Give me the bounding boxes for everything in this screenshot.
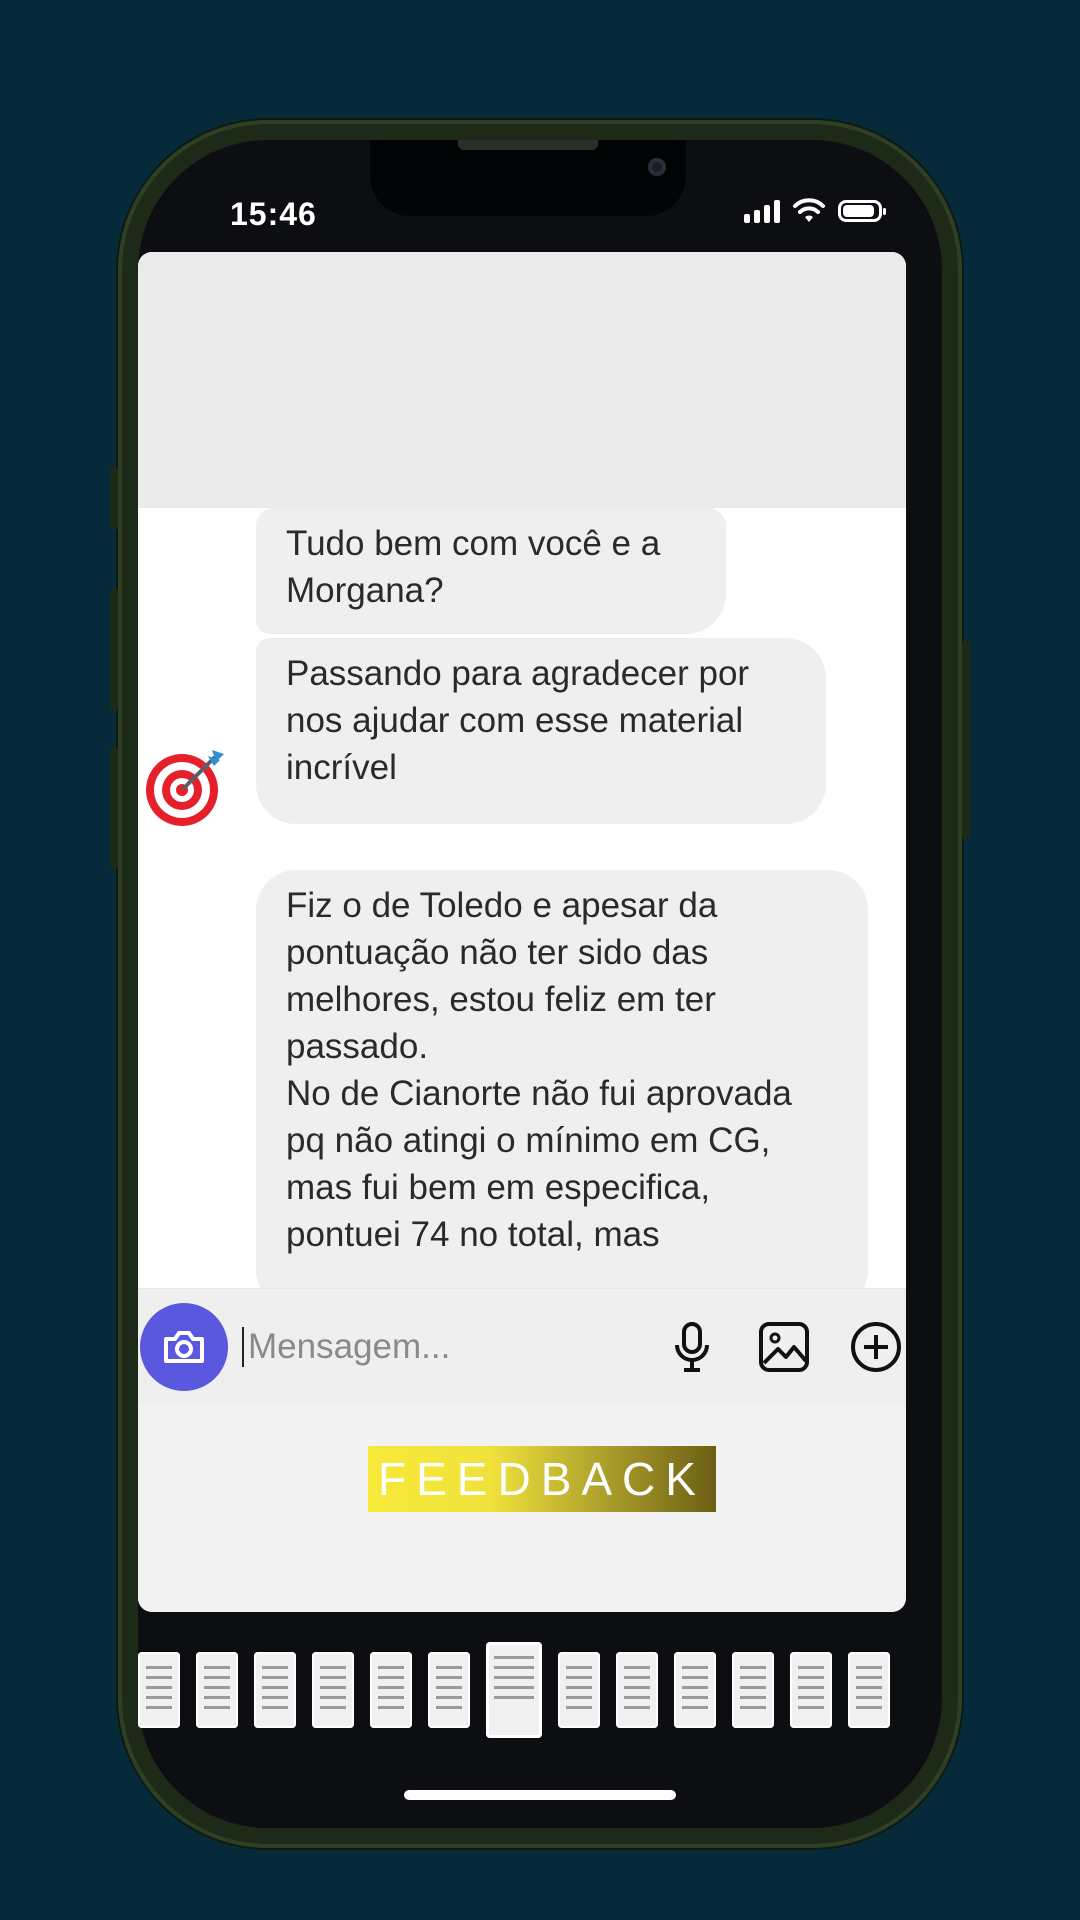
target-dart-icon bbox=[146, 750, 224, 826]
notch bbox=[370, 140, 686, 216]
gallery-button[interactable] bbox=[756, 1319, 812, 1375]
message-text-3: Fiz o de Toledo e apesar da pontuação nã… bbox=[286, 886, 792, 1254]
message-bubble-1: Tudo bem com você e a Morgana? bbox=[256, 508, 726, 634]
message-text-1: Tudo bem com você e a Morgana? bbox=[286, 524, 661, 610]
microphone-button[interactable] bbox=[664, 1319, 720, 1375]
message-composer: Mensagem... bbox=[138, 1288, 906, 1405]
story-header-area bbox=[138, 252, 906, 508]
home-indicator[interactable] bbox=[404, 1790, 676, 1800]
microphone-icon bbox=[675, 1322, 709, 1372]
camera-button[interactable] bbox=[140, 1303, 228, 1391]
story-frame: Tudo bem com você e a Morgana? Passando … bbox=[138, 252, 906, 1612]
silent-switch bbox=[110, 466, 118, 530]
battery-icon bbox=[838, 200, 886, 222]
thumbnail[interactable] bbox=[196, 1652, 238, 1728]
thumbnail[interactable] bbox=[848, 1652, 890, 1728]
thumbnail[interactable] bbox=[138, 1652, 180, 1728]
feedback-text: FEEDBACK bbox=[378, 1453, 706, 1505]
thumbnail-active[interactable] bbox=[486, 1642, 542, 1738]
wifi-icon bbox=[793, 198, 825, 222]
thumbnail[interactable] bbox=[790, 1652, 832, 1728]
volume-down-button bbox=[110, 746, 118, 870]
thumbnail[interactable] bbox=[732, 1652, 774, 1728]
camera-icon bbox=[164, 1331, 204, 1363]
thumbnail[interactable] bbox=[312, 1652, 354, 1728]
speaker-grille bbox=[458, 140, 598, 150]
status-icons bbox=[744, 198, 886, 224]
message-bubble-3: Fiz o de Toledo e apesar da pontuação nã… bbox=[256, 870, 868, 1288]
story-footer: FEEDBACK bbox=[138, 1416, 906, 1612]
add-button[interactable] bbox=[848, 1319, 904, 1375]
thumbnail[interactable] bbox=[616, 1652, 658, 1728]
message-bubble-2: Passando para agradecer por nos ajudar c… bbox=[256, 638, 826, 824]
feedback-banner: FEEDBACK bbox=[368, 1446, 716, 1512]
thumbnail[interactable] bbox=[428, 1652, 470, 1728]
signal-icon bbox=[744, 199, 780, 223]
chat-area: Tudo bem com você e a Morgana? Passando … bbox=[138, 508, 906, 1288]
thumbnail-strip bbox=[138, 1638, 906, 1742]
volume-up-button bbox=[110, 588, 118, 712]
message-input[interactable]: Mensagem... bbox=[242, 1327, 450, 1367]
status-time: 15:46 bbox=[230, 196, 317, 232]
thumbnail[interactable] bbox=[254, 1652, 296, 1728]
front-camera bbox=[648, 158, 666, 176]
thumbnail[interactable] bbox=[370, 1652, 412, 1728]
power-button bbox=[962, 640, 970, 840]
add-icon bbox=[851, 1322, 901, 1372]
gallery-icon bbox=[759, 1322, 809, 1372]
message-text-2: Passando para agradecer por nos ajudar c… bbox=[286, 654, 750, 787]
thumbnail[interactable] bbox=[558, 1652, 600, 1728]
thumbnail[interactable] bbox=[674, 1652, 716, 1728]
